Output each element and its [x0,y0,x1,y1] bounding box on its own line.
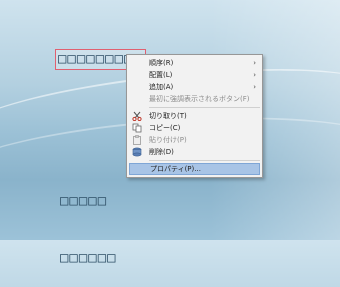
menu-item-label: コピー(C) [149,124,181,132]
menu-item-first-highlighted-button: 最初に強調表示されるボタン(F) [129,93,260,105]
context-menu: 順序(R) › 配置(L) › 追加(A) › 最初に強調表示されるボタン(F)… [126,54,263,178]
menu-item-label: 配置(L) [149,71,173,79]
delete-icon [132,147,142,157]
menu-item-add[interactable]: 追加(A) › [129,81,260,93]
submenu-arrow-icon: › [253,71,256,79]
menu-item-label: 追加(A) [149,83,174,91]
menu-item-label: 削除(D) [149,148,174,156]
menu-item-label: 順序(R) [149,59,174,67]
menu-item-cut[interactable]: 切り取り(T) [129,110,260,122]
button-text-line: □□□□□ [60,193,108,209]
scissors-icon [132,111,142,121]
menu-item-label: 切り取り(T) [149,112,187,120]
menu-item-paste: 貼り付け(P) [129,134,260,146]
paste-icon [133,135,141,145]
button-text-line: □□□□□□ [60,250,117,266]
button-text-object[interactable]: □□□□□ □□□□□□ [60,154,117,287]
menu-item-copy[interactable]: コピー(C) [129,122,260,134]
menu-item-order[interactable]: 順序(R) › [129,57,260,69]
menu-item-align[interactable]: 配置(L) › [129,69,260,81]
submenu-arrow-icon: › [253,83,256,91]
menu-separator [149,107,260,108]
menu-item-label: 最初に強調表示されるボタン(F) [149,95,250,103]
menu-item-label: プロパティ(P)... [150,165,201,173]
menu-item-delete[interactable]: 削除(D) [129,146,260,158]
submenu-arrow-icon: › [253,59,256,67]
menu-item-properties[interactable]: プロパティ(P)... [129,163,260,175]
menu-separator [149,160,260,161]
copy-icon [132,123,142,133]
menu-item-label: 貼り付け(P) [149,136,187,144]
